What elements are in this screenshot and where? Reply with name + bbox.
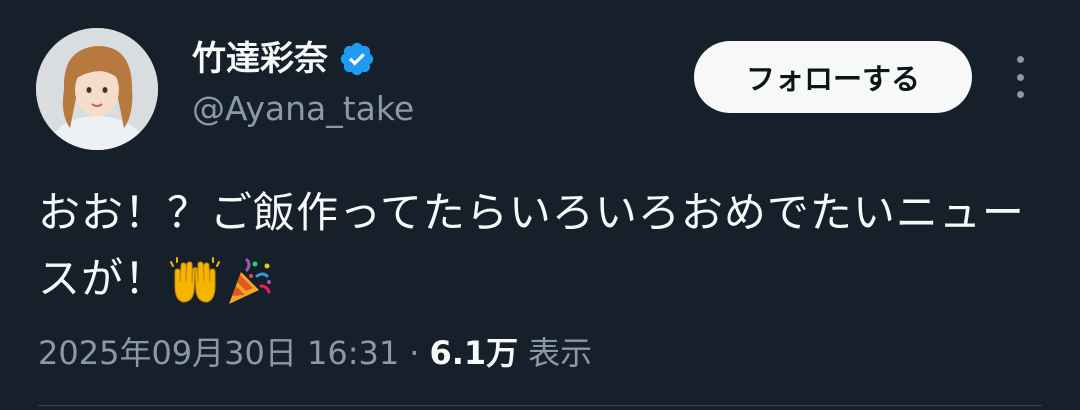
raising-hands-emoji (170, 256, 221, 303)
more-dot (1016, 56, 1024, 63)
more-vertical-icon[interactable] (1008, 56, 1032, 98)
meta-separator: · (409, 334, 420, 372)
divider (38, 405, 1042, 406)
follow-button[interactable]: フォローする (694, 41, 972, 113)
author-name[interactable]: 竹達彩奈 (192, 42, 328, 76)
avatar[interactable] (36, 28, 158, 150)
views-count: 6.1万 (429, 334, 519, 372)
tweet-text: おお！？ご飯作ってたらいろいろおめでたいニュースが！ (38, 180, 1038, 312)
more-dot (1016, 91, 1024, 98)
verified-badge-icon (340, 42, 374, 76)
display-name[interactable]: 竹達彩奈 (192, 40, 376, 78)
timestamp[interactable]: 2025年09月30日 16:31 (38, 328, 399, 374)
author-handle[interactable]: @Ayana_take (192, 92, 414, 125)
party-popper-emoji (229, 258, 272, 304)
tweet-meta: 2025年09月30日 16:31 · 6.1万 表示 (38, 328, 592, 374)
views-label: 表示 (528, 334, 593, 372)
more-dot (1016, 73, 1024, 81)
